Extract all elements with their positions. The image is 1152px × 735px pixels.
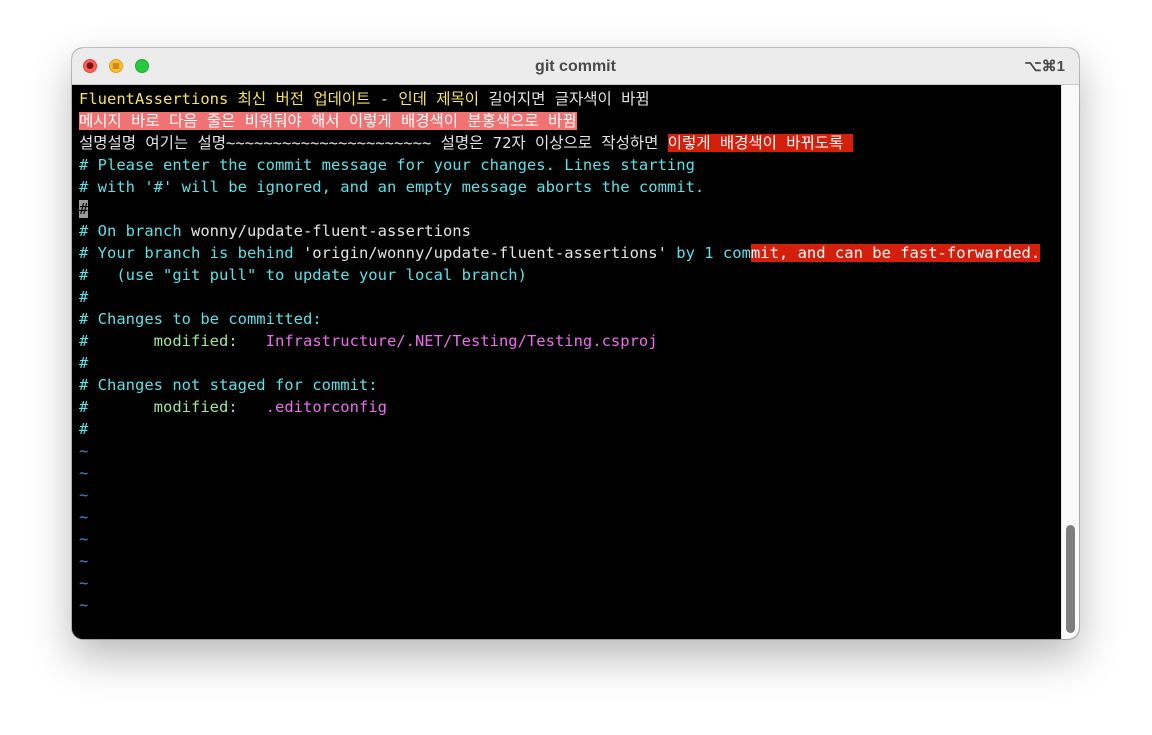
empty-line-tilde: ~ <box>79 530 89 548</box>
scrollbar-thumb[interactable] <box>1066 525 1075 633</box>
branch-name: wonny/update-fluent-assertions <box>190 222 471 240</box>
comment-line: # <box>79 288 89 306</box>
commit-subject: FluentAssertions 최신 버전 업데이트 - 인데 제목이 <box>79 90 480 108</box>
staged-file-line: # modified: Infrastructure/.NET/Testing/… <box>79 330 658 352</box>
unstaged-file-line: # modified: .editorconfig <box>79 396 387 418</box>
window-shortcut: ⌥⌘1 <box>1024 58 1065 75</box>
branch-status-prefix: # Your branch is behind <box>79 244 303 262</box>
blank-line-highlight: 메시지 바로 다음 줄은 비워둬야 해서 이렇게 배경색이 분홍색으로 바뀜 <box>79 112 577 130</box>
branch-status-middle: by 1 com <box>666 244 751 262</box>
branch-prefix: # On branch <box>79 222 191 240</box>
empty-line-tilde: ~ <box>79 486 89 504</box>
branch-status-line: # Your branch is behind 'origin/wonny/up… <box>79 242 1041 264</box>
comment-line: # <box>79 420 89 438</box>
empty-line-tilde: ~ <box>79 574 89 592</box>
comment-line: # (use "git pull" to update your local b… <box>79 266 527 284</box>
remote-branch-name: 'origin/wonny/update-fluent-assertions' <box>302 244 667 262</box>
vertical-scrollbar[interactable] <box>1061 85 1079 639</box>
comment-line: # Please enter the commit message for yo… <box>79 156 695 174</box>
line-overflow-highlight: mit, and can be fast-forwarded. <box>750 244 1041 262</box>
vim-editor[interactable]: FluentAssertions 최신 버전 업데이트 - 인데 제목이 길어지… <box>72 85 1061 639</box>
staged-header: # Changes to be committed: <box>79 310 322 328</box>
unstaged-file-path: .editorconfig <box>265 398 387 416</box>
branch-line: # On branch wonny/update-fluent-assertio… <box>79 220 471 242</box>
empty-line-tilde: ~ <box>79 442 89 460</box>
comment-line: # <box>79 354 89 372</box>
comment-line: # with '#' will be ignored, and an empty… <box>79 178 705 196</box>
title-bar[interactable]: ● ▦ git commit ⌥⌘1 <box>72 48 1079 85</box>
empty-line-tilde: ~ <box>79 508 89 526</box>
comment-hash: # <box>79 332 89 350</box>
body-overflow-highlight: 이렇게 배경색이 바뀌도록 <box>667 134 853 152</box>
modified-label: modified: <box>88 332 266 350</box>
commit-body-line: 설명설명 여기는 설명~~~~~~~~~~~~~~~~~~~~~~ 설명은 72… <box>79 132 853 154</box>
window-title: git commit <box>535 58 616 75</box>
commit-body: 설명설명 여기는 설명~~~~~~~~~~~~~~~~~~~~~~ 설명은 72… <box>79 134 668 152</box>
terminal-window: ● ▦ git commit ⌥⌘1 FluentAssertions 최신 버… <box>72 48 1079 639</box>
commit-subject-line: FluentAssertions 최신 버전 업데이트 - 인데 제목이 길어지… <box>79 88 650 110</box>
empty-line-tilde: ~ <box>79 596 89 614</box>
empty-line-tilde: ~ <box>79 464 89 482</box>
modified-label: modified: <box>88 398 266 416</box>
unstaged-header: # Changes not staged for commit: <box>79 376 378 394</box>
empty-line-tilde: ~ <box>79 552 89 570</box>
text-cursor: # <box>79 200 89 218</box>
comment-hash: # <box>79 398 89 416</box>
staged-file-path: Infrastructure/.NET/Testing/Testing.cspr… <box>265 332 658 350</box>
blank-line-warning: 메시지 바로 다음 줄은 비워둬야 해서 이렇게 배경색이 분홍색으로 바뀜 <box>79 110 577 132</box>
cursor-line: # <box>79 198 89 220</box>
commit-subject-overflow: 길어지면 글자색이 바뀜 <box>479 90 650 108</box>
